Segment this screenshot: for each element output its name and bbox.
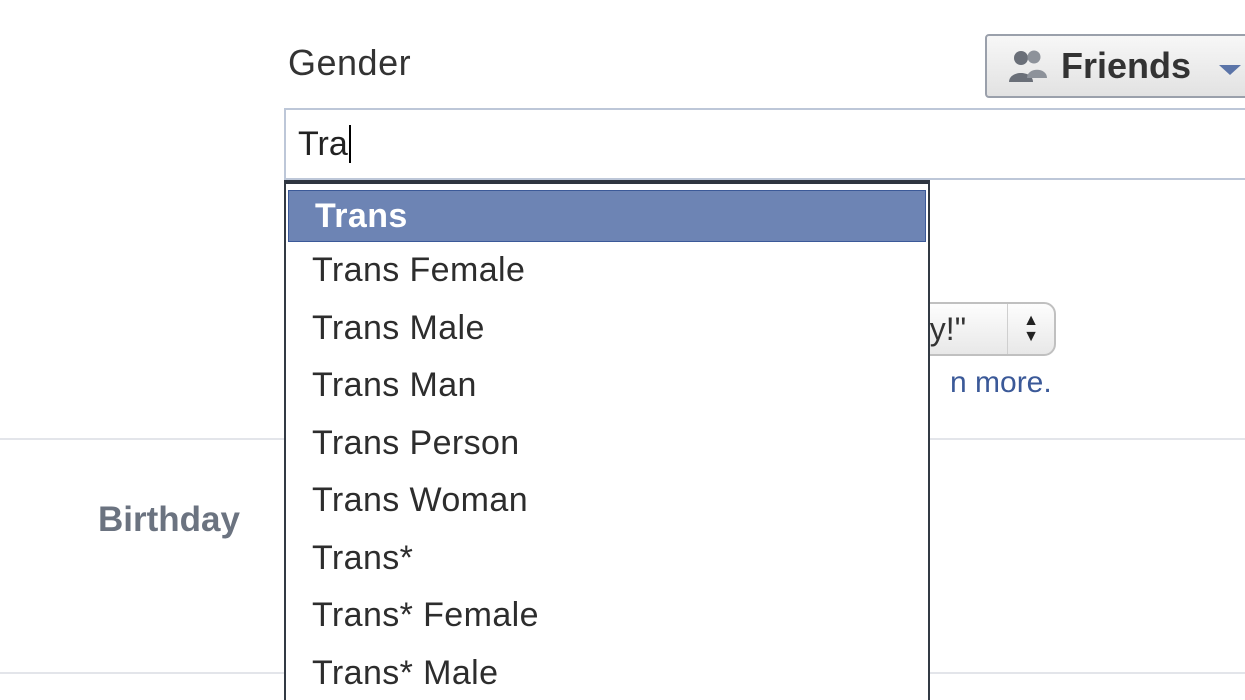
suggestion-item[interactable]: Trans Woman (286, 472, 928, 530)
gender-label: Gender (288, 42, 412, 83)
birthday-label: Birthday (98, 500, 240, 539)
clipped-header-text (100, 0, 530, 4)
suggestion-item[interactable]: Trans* Female (286, 587, 928, 645)
suggestion-item[interactable]: Trans* Male (286, 645, 928, 700)
gender-input[interactable]: Tra (284, 108, 1245, 180)
profile-edit-page: Gender Friends Tra ay!" ▲ ▼ n more. Birth… (0, 0, 1245, 700)
text-cursor (348, 125, 351, 163)
chevron-down-icon (1219, 65, 1242, 75)
suggestion-item[interactable]: Trans Man (286, 357, 928, 415)
gender-input-value: Tra (298, 124, 348, 163)
suggestion-item[interactable]: Trans (288, 190, 926, 242)
suggestion-item[interactable]: Trans Person (286, 415, 928, 473)
updown-arrows-icon: ▲ ▼ (1007, 304, 1054, 354)
audience-selector-button[interactable]: Friends (985, 34, 1245, 98)
suggestion-item[interactable]: Trans Female (286, 242, 928, 300)
suggestion-item[interactable]: Trans* (286, 530, 928, 588)
friends-icon (1009, 50, 1047, 82)
gender-suggestions-dropdown: Trans Trans Female Trans Male Trans Man … (284, 180, 930, 700)
suggestion-item[interactable]: Trans Male (286, 300, 928, 358)
audience-label: Friends (1061, 45, 1192, 86)
